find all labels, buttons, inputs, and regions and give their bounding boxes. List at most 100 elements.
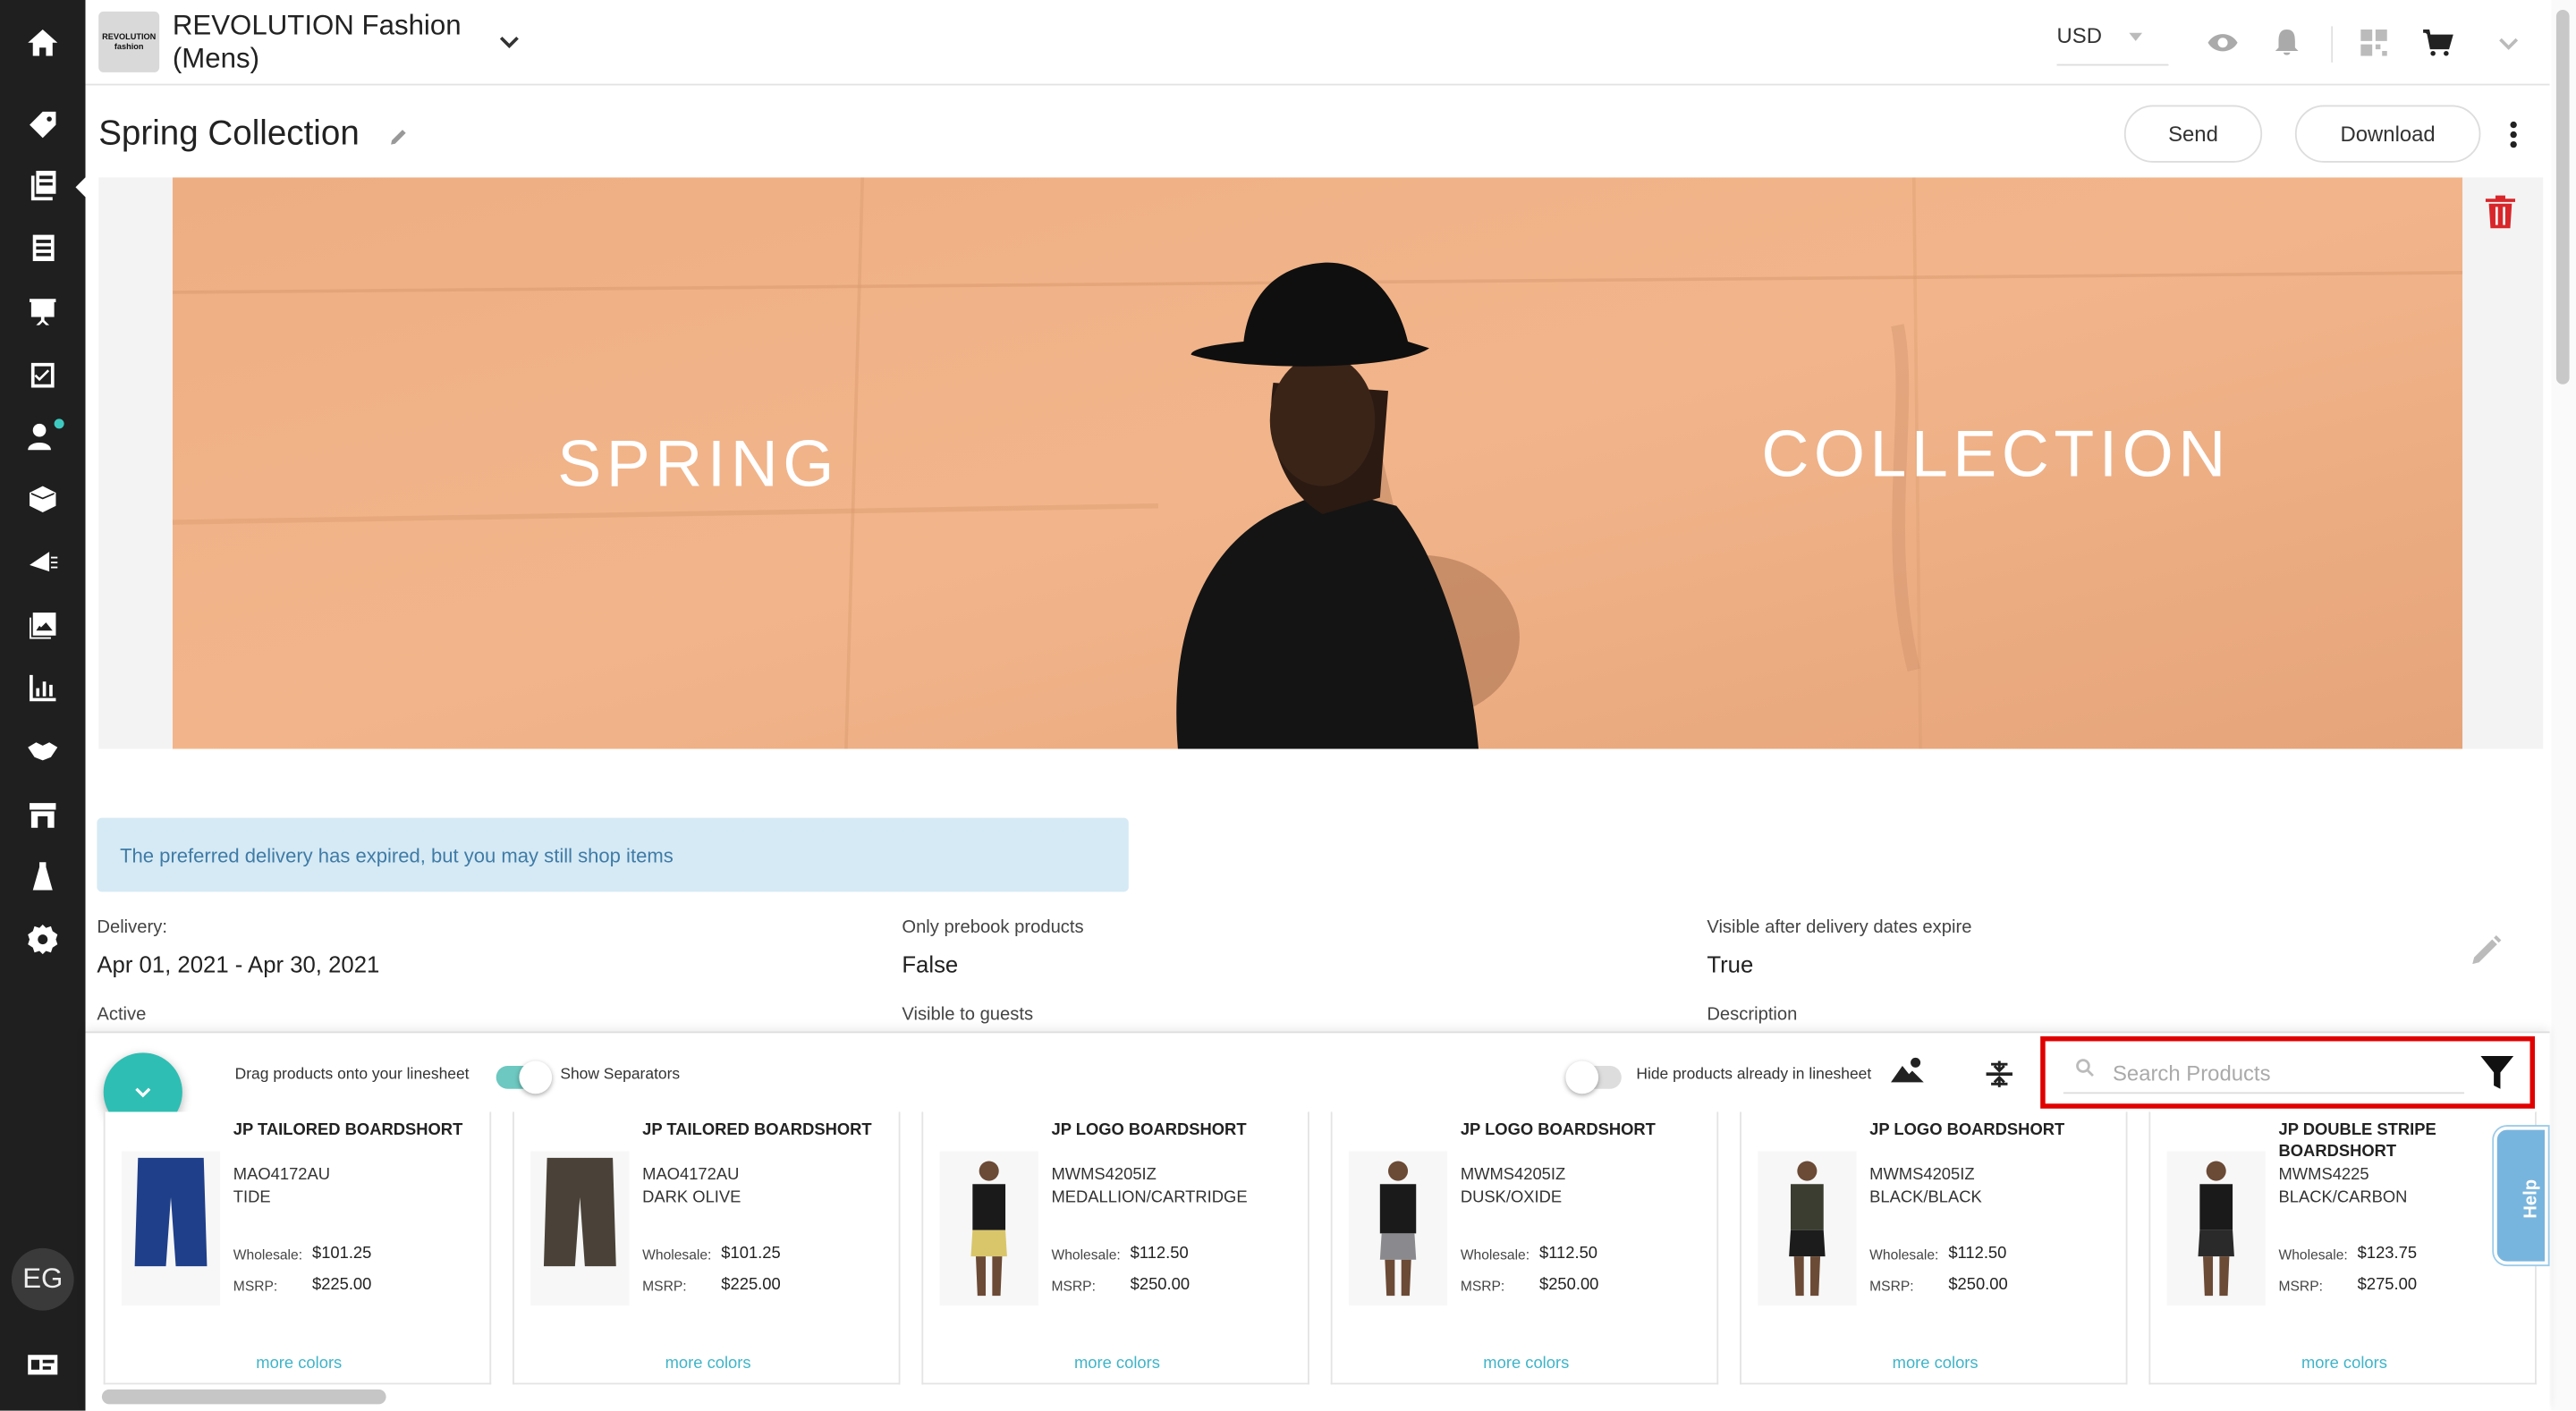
filter-icon[interactable] — [2479, 1052, 2515, 1092]
delivery-value: Apr 01, 2021 - Apr 30, 2021 — [97, 951, 380, 977]
separator-icon[interactable] — [1981, 1056, 2017, 1092]
qr-icon[interactable] — [2356, 25, 2392, 61]
send-button[interactable]: Send — [2123, 105, 2263, 163]
toggle-knob — [519, 1060, 553, 1094]
wholesale-price: $123.75 — [2357, 1245, 2418, 1263]
product-image — [939, 1151, 1038, 1306]
bell-icon[interactable] — [2268, 25, 2304, 61]
currency-select[interactable]: USD — [2056, 23, 2169, 66]
vertical-scrollbar[interactable] — [2551, 0, 2576, 1411]
settings-icon[interactable] — [20, 917, 65, 962]
product-swatch — [543, 1157, 616, 1267]
search-products-box[interactable] — [2063, 1051, 2465, 1094]
wholesale-price: $112.50 — [1130, 1245, 1189, 1263]
linesheet-icon[interactable] — [20, 163, 65, 208]
visible-after-label: Visible after delivery dates expire — [1707, 917, 1972, 938]
brand-logo-text-bottom: fashion — [114, 41, 144, 52]
chevron-down-icon[interactable] — [496, 30, 522, 55]
scrollbar-thumb[interactable] — [101, 1389, 386, 1405]
product-sku: MAO4172AU — [642, 1166, 740, 1185]
scrollbar-thumb[interactable] — [2555, 10, 2570, 384]
product-name: JP LOGO BOARDSHORT — [1869, 1121, 2065, 1140]
handshake-icon[interactable] — [20, 728, 65, 773]
product-card[interactable]: JP LOGO BOARDSHORT MWMS4205IZ BLACK/BLAC… — [1740, 1111, 2129, 1385]
chevron-down-icon[interactable] — [2490, 25, 2526, 61]
msrp-label: MSRP: — [233, 1277, 278, 1295]
show-separators-toggle[interactable] — [496, 1060, 553, 1094]
banner-image[interactable]: SPRING COLLECTION — [172, 177, 2463, 749]
box-icon[interactable] — [20, 477, 65, 522]
product-sku: MWMS4225 — [2278, 1166, 2369, 1185]
product-color: BLACK/CARBON — [2278, 1188, 2408, 1207]
trash-icon[interactable] — [2484, 194, 2517, 230]
tag-icon[interactable] — [20, 102, 65, 148]
reports-icon[interactable] — [20, 665, 65, 711]
cart-icon[interactable] — [2419, 25, 2455, 61]
product-card[interactable]: JP LOGO BOARDSHORT MWMS4205IZ MEDALLION/… — [921, 1111, 1310, 1385]
banner-photo: SPRING COLLECTION — [172, 177, 2463, 749]
product-swatch — [970, 1229, 1007, 1257]
delivery-alert: The preferred delivery has expired, but … — [97, 817, 1129, 892]
store-icon[interactable] — [20, 791, 65, 837]
show-separators-label: Show Separators — [560, 1066, 681, 1085]
brand-icon[interactable] — [20, 854, 65, 900]
prebook-label: Only prebook products — [902, 917, 1084, 938]
help-tab[interactable]: Help — [2494, 1126, 2548, 1265]
wholesale-price: $101.25 — [721, 1245, 781, 1263]
pencil-icon[interactable] — [387, 125, 411, 148]
product-sku: MWMS4205IZ — [1869, 1166, 1975, 1185]
more-colors-link[interactable]: more colors — [1741, 1355, 2129, 1373]
product-image — [1758, 1151, 1857, 1306]
more-colors-link[interactable]: more colors — [923, 1355, 1310, 1373]
product-card[interactable]: JP LOGO BOARDSHORT MWMS4205IZ DUSK/OXIDE… — [1330, 1111, 1720, 1385]
checklist-icon[interactable] — [20, 351, 65, 397]
avatar[interactable]: EG — [11, 1247, 74, 1311]
product-image — [121, 1151, 221, 1306]
home-icon[interactable] — [20, 20, 65, 65]
download-button[interactable]: Download — [2294, 105, 2481, 163]
drag-hint: Drag products onto your linesheet — [234, 1066, 470, 1085]
images-icon[interactable] — [20, 603, 65, 648]
image-person-icon[interactable] — [1889, 1052, 1925, 1088]
product-color: BLACK/BLACK — [1869, 1188, 1982, 1207]
msrp-price: $225.00 — [721, 1276, 781, 1295]
more-vert-icon[interactable] — [2497, 118, 2530, 151]
msrp-label: MSRP: — [642, 1277, 687, 1295]
hide-products-toggle[interactable] — [1565, 1060, 1622, 1094]
product-card[interactable]: JP DOUBLE STRIPE BOARDSHORT MWMS4225 BLA… — [2148, 1111, 2538, 1385]
brand-name[interactable]: REVOLUTION Fashion (Mens) — [173, 10, 485, 75]
campaign-icon[interactable] — [20, 538, 65, 584]
page-title: Spring Collection — [98, 114, 360, 153]
banner-right-text: COLLECTION — [1761, 417, 2230, 491]
pencil-icon[interactable] — [2468, 933, 2504, 968]
product-card[interactable]: JP TAILORED BOARDSHORT MAO4172AU TIDE Wh… — [103, 1111, 493, 1385]
product-image — [530, 1151, 630, 1306]
horizontal-scrollbar[interactable] — [101, 1389, 2533, 1405]
hide-products-label: Hide products already in linesheet — [1636, 1066, 1872, 1085]
eye-icon[interactable] — [2205, 25, 2241, 61]
presentation-icon[interactable] — [20, 289, 65, 334]
active-nav-indicator — [75, 175, 88, 199]
msrp-price: $250.00 — [1538, 1276, 1599, 1295]
wholesale-label: Wholesale: — [1460, 1246, 1530, 1263]
brand-logo[interactable]: REVOLUTION fashion — [98, 11, 160, 72]
product-sku: MAO4172AU — [233, 1166, 331, 1185]
app-root: EG REVOLUTION fashion REVOLUTION Fashion… — [0, 0, 2576, 1411]
wholesale-price: $112.50 — [1538, 1245, 1598, 1263]
id-card-icon[interactable] — [20, 1342, 65, 1388]
product-card[interactable]: JP TAILORED BOARDSHORT MAO4172AU DARK OL… — [513, 1111, 902, 1385]
product-color: DUSK/OXIDE — [1460, 1188, 1563, 1207]
search-products-input[interactable] — [2112, 1055, 2442, 1089]
wholesale-label: Wholesale: — [2278, 1246, 2348, 1263]
wholesale-label: Wholesale: — [1051, 1246, 1121, 1263]
search-icon — [2076, 1059, 2094, 1077]
msrp-price: $250.00 — [1948, 1276, 2008, 1295]
delivery-label: Delivery: — [97, 917, 167, 938]
more-colors-link[interactable]: more colors — [1333, 1355, 1720, 1373]
catalog-icon[interactable] — [20, 225, 65, 271]
chevron-down-icon — [135, 1087, 151, 1098]
more-colors-link[interactable]: more colors — [514, 1355, 902, 1373]
more-colors-link[interactable]: more colors — [2150, 1355, 2538, 1373]
more-colors-link[interactable]: more colors — [106, 1355, 493, 1373]
help-label: Help — [2521, 1179, 2542, 1219]
